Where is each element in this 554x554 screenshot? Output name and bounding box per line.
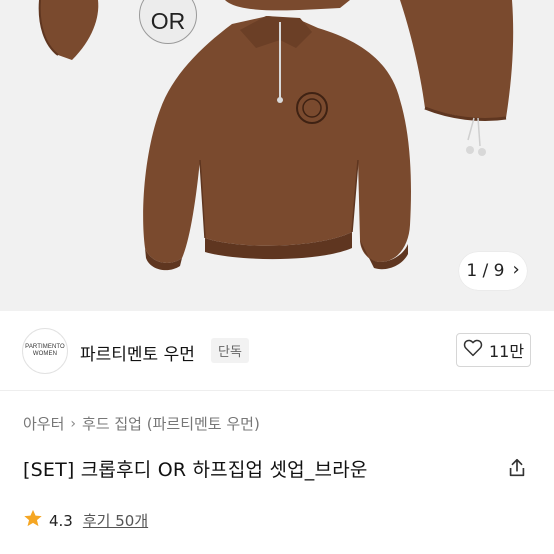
image-pager[interactable]: 1 / 9 › <box>459 252 527 290</box>
rating: 4.3 후기 50개 <box>23 509 148 532</box>
breadcrumb: 아우터 › 후드 집업 (파르티멘토 우먼) <box>23 413 260 434</box>
brand-logo-line1: PARTIMENTO <box>25 344 65 350</box>
like-button[interactable]: 11만 <box>456 333 531 367</box>
brand-logo-line2: WOMEN <box>32 351 58 357</box>
pager-counter: 1 / 9 <box>466 261 505 281</box>
breadcrumb-item-category[interactable]: 아우터 <box>23 413 64 434</box>
like-count: 11만 <box>488 342 525 361</box>
product-image-carousel[interactable]: OR 1 / 9 › <box>0 0 554 311</box>
brand-row: PARTIMENTO WOMEN 파르티멘토 우먼 단독 11만 <box>0 311 554 391</box>
rating-score: 4.3 <box>49 511 73 530</box>
brand-logo[interactable]: PARTIMENTO WOMEN <box>22 328 68 374</box>
product-title: [SET] 크롭후디 OR 하프집업 셋업_브라운 <box>23 459 368 481</box>
heart-icon <box>463 339 483 361</box>
brand-name[interactable]: 파르티멘토 우먼 <box>80 340 195 365</box>
breadcrumb-item-subcategory[interactable]: 후드 집업 (파르티멘토 우먼) <box>82 413 260 434</box>
review-count-link[interactable]: 후기 50개 <box>83 510 148 531</box>
star-icon <box>23 509 43 532</box>
share-icon[interactable] <box>506 457 528 479</box>
exclusive-badge: 단독 <box>211 338 249 363</box>
chevron-right-icon[interactable]: › <box>512 261 519 279</box>
breadcrumb-separator: › <box>70 415 77 432</box>
